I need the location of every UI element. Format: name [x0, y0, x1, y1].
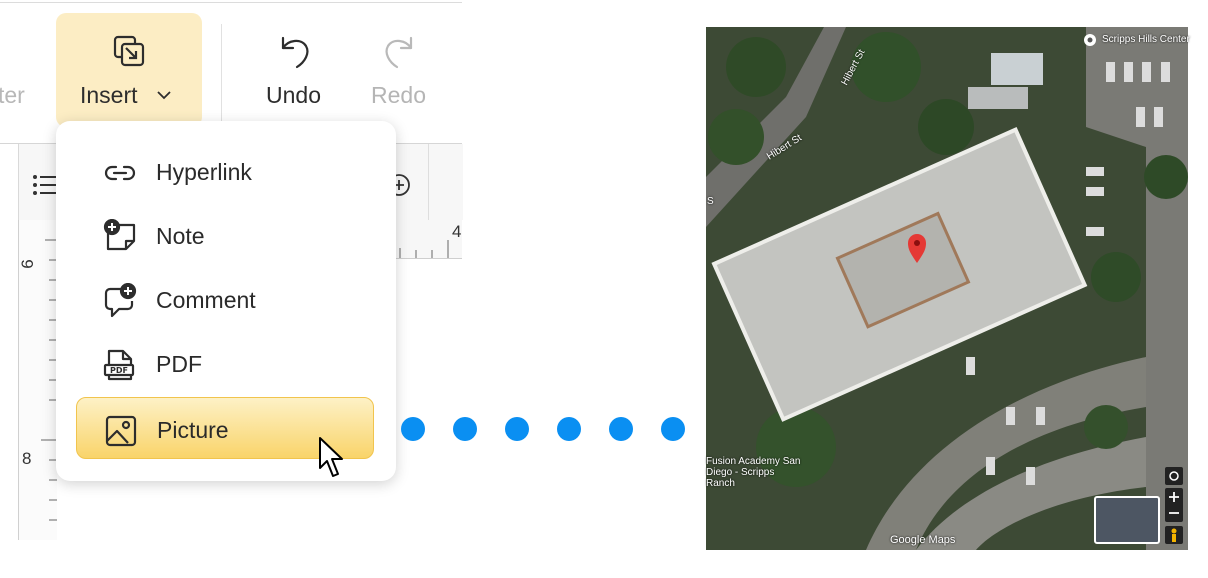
- menu-item-pdf[interactable]: PDF PDF: [76, 332, 374, 394]
- insert-dropdown-menu: Hyperlink Note Comment PDF PDF Picture: [56, 121, 396, 481]
- map-street-label: S: [707, 196, 714, 207]
- toolbar-top-border: [0, 2, 462, 3]
- comment-add-icon: [102, 282, 138, 319]
- picture-icon: [103, 413, 139, 449]
- format-toolbar-separator: [428, 144, 429, 220]
- connector-dot: [557, 417, 581, 441]
- connector-dot: [661, 417, 685, 441]
- connector-dot: [609, 417, 633, 441]
- menu-item-note[interactable]: Note: [76, 204, 374, 266]
- connector-dot: [401, 417, 425, 441]
- ruler-number: 9: [17, 259, 37, 269]
- redo-button[interactable]: Redo: [371, 82, 426, 109]
- undo-icon[interactable]: [279, 34, 313, 75]
- street-view-thumbnail[interactable]: [1094, 496, 1160, 544]
- menu-item-comment[interactable]: Comment: [76, 268, 374, 330]
- redo-icon[interactable]: [381, 34, 415, 75]
- ruler-number: 8: [22, 449, 32, 468]
- map-poi-label: Scripps Hills Center: [1102, 34, 1190, 45]
- connector-dot: [453, 417, 477, 441]
- link-icon: [102, 155, 138, 191]
- mouse-cursor-icon: [318, 436, 346, 487]
- note-add-icon: [102, 218, 138, 255]
- bullet-list-icon[interactable]: [32, 172, 58, 203]
- menu-item-label: Hyperlink: [156, 159, 252, 185]
- chevron-down-icon[interactable]: [156, 88, 172, 106]
- undo-button[interactable]: Undo: [266, 82, 321, 109]
- insert-label[interactable]: Insert: [80, 82, 138, 109]
- pdf-icon: PDF: [102, 347, 138, 383]
- map-controls: [1164, 466, 1184, 546]
- menu-item-label: Note: [156, 223, 205, 249]
- menu-item-label: Picture: [157, 417, 229, 443]
- map-brand-label: Google Maps: [890, 534, 956, 546]
- menu-item-label: Comment: [156, 287, 256, 313]
- insert-icon: [112, 34, 146, 73]
- svg-text:PDF: PDF: [110, 366, 128, 375]
- ruler-number: 4: [452, 222, 462, 241]
- map-place-label: Fusion Academy San Diego - Scripps Ranch: [706, 456, 801, 489]
- menu-item-label: PDF: [156, 351, 202, 377]
- toolbar-separator: [221, 24, 222, 122]
- toolbar-partial-label[interactable]: ter: [0, 82, 25, 109]
- menu-item-hyperlink[interactable]: Hyperlink: [76, 140, 374, 202]
- connector-dot: [505, 417, 529, 441]
